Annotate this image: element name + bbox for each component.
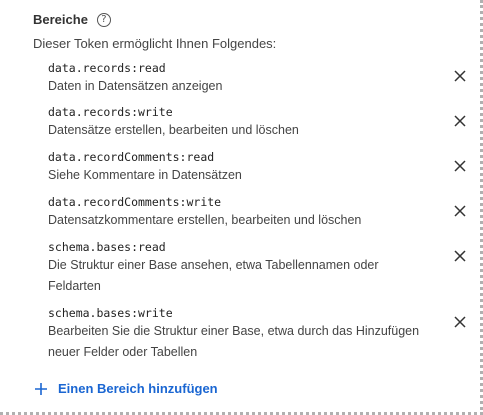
scope-description: Daten in Datensätzen anzeigen xyxy=(48,79,223,93)
scope-item: data.records:write Datensätze erstellen,… xyxy=(48,104,468,141)
remove-scope-button[interactable] xyxy=(452,158,468,174)
section-title: Bereiche xyxy=(33,12,88,27)
scope-description: Datensätze erstellen, bearbeiten und lös… xyxy=(48,123,299,137)
scope-item: data.recordComments:write Datensatzkomme… xyxy=(48,194,468,231)
scope-description: Siehe Kommentare in Datensätzen xyxy=(48,168,242,182)
close-icon xyxy=(454,160,466,172)
close-icon xyxy=(454,250,466,262)
close-icon xyxy=(454,316,466,328)
remove-scope-button[interactable] xyxy=(452,248,468,264)
add-scope-button[interactable]: Einen Bereich hinzufügen xyxy=(34,381,218,396)
remove-scope-button[interactable] xyxy=(452,113,468,129)
scope-code: schema.bases:write xyxy=(48,306,173,320)
scopes-header: Bereiche ? xyxy=(33,12,111,27)
scope-code: data.recordComments:write xyxy=(48,195,222,209)
scope-item: data.recordComments:read Siehe Kommentar… xyxy=(48,149,468,186)
scope-item: schema.bases:read Die Struktur einer Bas… xyxy=(48,239,468,297)
section-subtitle: Dieser Token ermöglicht Ihnen Folgendes: xyxy=(33,36,277,51)
add-scope-label: Einen Bereich hinzufügen xyxy=(58,381,218,396)
close-icon xyxy=(454,205,466,217)
scope-code: data.records:write xyxy=(48,105,173,119)
scope-code: data.records:read xyxy=(48,61,166,75)
scope-description: Die Struktur einer Base ansehen, etwa Ta… xyxy=(48,258,379,293)
close-icon xyxy=(454,70,466,82)
close-icon xyxy=(454,115,466,127)
plus-icon xyxy=(34,382,48,396)
scope-item: data.records:read Daten in Datensätzen a… xyxy=(48,60,468,97)
remove-scope-button[interactable] xyxy=(452,314,468,330)
scope-description: Bearbeiten Sie die Struktur einer Base, … xyxy=(48,324,420,359)
scope-description: Datensatzkommentare erstellen, bearbeite… xyxy=(48,213,362,227)
remove-scope-button[interactable] xyxy=(452,68,468,84)
scope-code: data.recordComments:read xyxy=(48,150,215,164)
scopes-panel: Bereiche ? Dieser Token ermöglicht Ihnen… xyxy=(0,0,475,408)
remove-scope-button[interactable] xyxy=(452,203,468,219)
scope-code: schema.bases:read xyxy=(48,240,166,254)
help-circle-icon[interactable]: ? xyxy=(96,12,111,27)
scope-item: schema.bases:write Bearbeiten Sie die St… xyxy=(48,305,468,363)
